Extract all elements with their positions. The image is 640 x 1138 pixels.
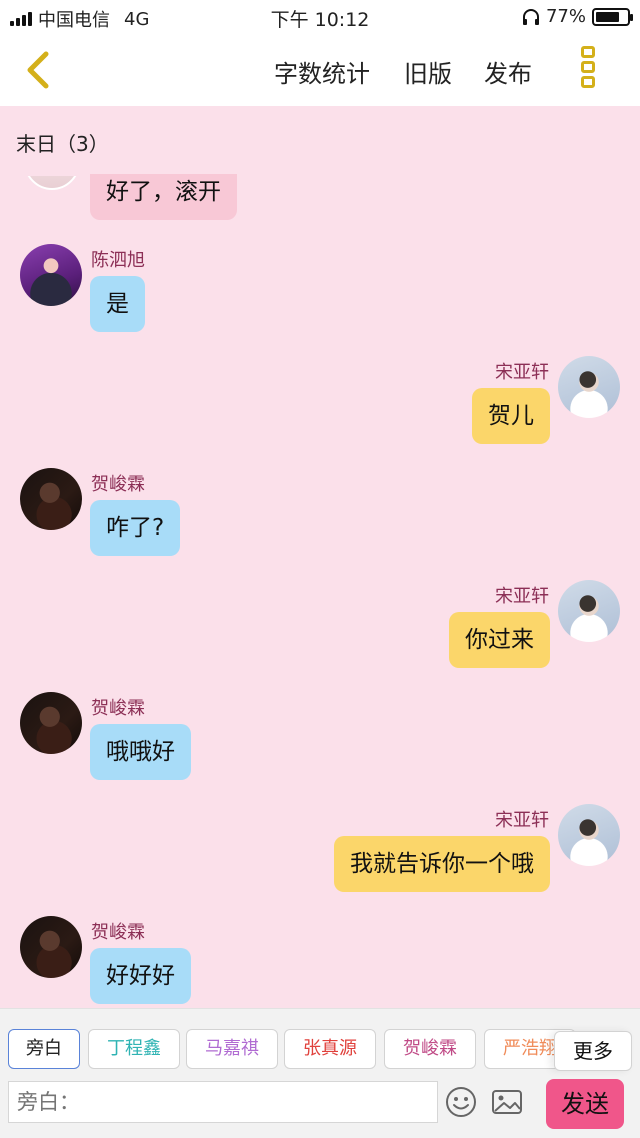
status-right: 77% (522, 6, 633, 27)
avatar[interactable] (558, 356, 620, 418)
avatar[interactable] (558, 580, 620, 642)
role-tag[interactable]: 贺峻霖 (384, 1029, 476, 1069)
battery-percent: 77% (545, 6, 586, 27)
headphones-icon (522, 8, 539, 25)
message-bubble: 我就告诉你一个哦 (334, 836, 550, 892)
message-bubble: 哦哦好 (90, 724, 191, 780)
role-tag-list[interactable]: 旁白 丁程鑫 马嘉祺 张真源 贺峻霖 严浩翔 (0, 1009, 640, 1091)
role-tag[interactable]: 旁白 (8, 1029, 80, 1069)
old-version-button[interactable]: 旧版 (404, 54, 452, 89)
nav-bar: 字数统计 旧版 发布 (0, 34, 640, 106)
image-icon[interactable] (490, 1085, 524, 1119)
role-tag[interactable]: 张真源 (284, 1029, 376, 1069)
composer-bar: 旁白 丁程鑫 马嘉祺 张真源 贺峻霖 严浩翔 更多 发送 (0, 1008, 640, 1138)
message-bubble: 贺儿 (472, 388, 550, 444)
message-bubble: 好了，滚开 (90, 174, 237, 220)
avatar[interactable] (20, 468, 82, 530)
sender-name: 贺峻霖 (91, 922, 145, 943)
word-count-button[interactable]: 字数统计 (274, 54, 370, 89)
send-button[interactable]: 发送 (546, 1079, 624, 1129)
message-bubble: 是 (90, 276, 145, 332)
status-bar: 中国电信 4G 下午 10:12 77% (0, 0, 640, 34)
sender-name: 贺峻霖 (91, 698, 145, 719)
battery-level (596, 11, 620, 22)
avatar[interactable] (20, 244, 82, 306)
battery-icon (592, 7, 633, 26)
avatar[interactable] (558, 804, 620, 866)
sender-name: 宋亚轩 (495, 810, 549, 831)
chevron-left-icon[interactable] (20, 48, 60, 92)
sender-name: 宋亚轩 (495, 586, 549, 607)
sender-name: 贺峻霖 (91, 474, 145, 495)
message-bubble: 好好好 (90, 948, 191, 1004)
message-bubble: 咋了? (90, 500, 181, 556)
message-input[interactable] (8, 1081, 438, 1123)
smiley-icon[interactable] (444, 1085, 478, 1119)
role-tag[interactable]: 马嘉祺 (186, 1029, 278, 1069)
publish-button[interactable]: 发布 (484, 54, 532, 89)
avatar[interactable] (20, 692, 82, 754)
more-dots-icon[interactable] (576, 46, 600, 94)
chat-area[interactable]: 末日（3） 好了，滚开 陈泗旭 是 宋亚轩 贺儿 贺峻霖 咋了? 宋亚轩 你过来… (0, 106, 640, 1008)
sender-name: 陈泗旭 (91, 250, 145, 271)
more-roles-button[interactable]: 更多 (554, 1031, 632, 1071)
message-bubble: 你过来 (449, 612, 550, 668)
sender-name: 宋亚轩 (495, 362, 549, 383)
chat-title: 末日（3） (16, 132, 109, 156)
role-tag[interactable]: 丁程鑫 (88, 1029, 180, 1069)
avatar[interactable] (20, 916, 82, 978)
